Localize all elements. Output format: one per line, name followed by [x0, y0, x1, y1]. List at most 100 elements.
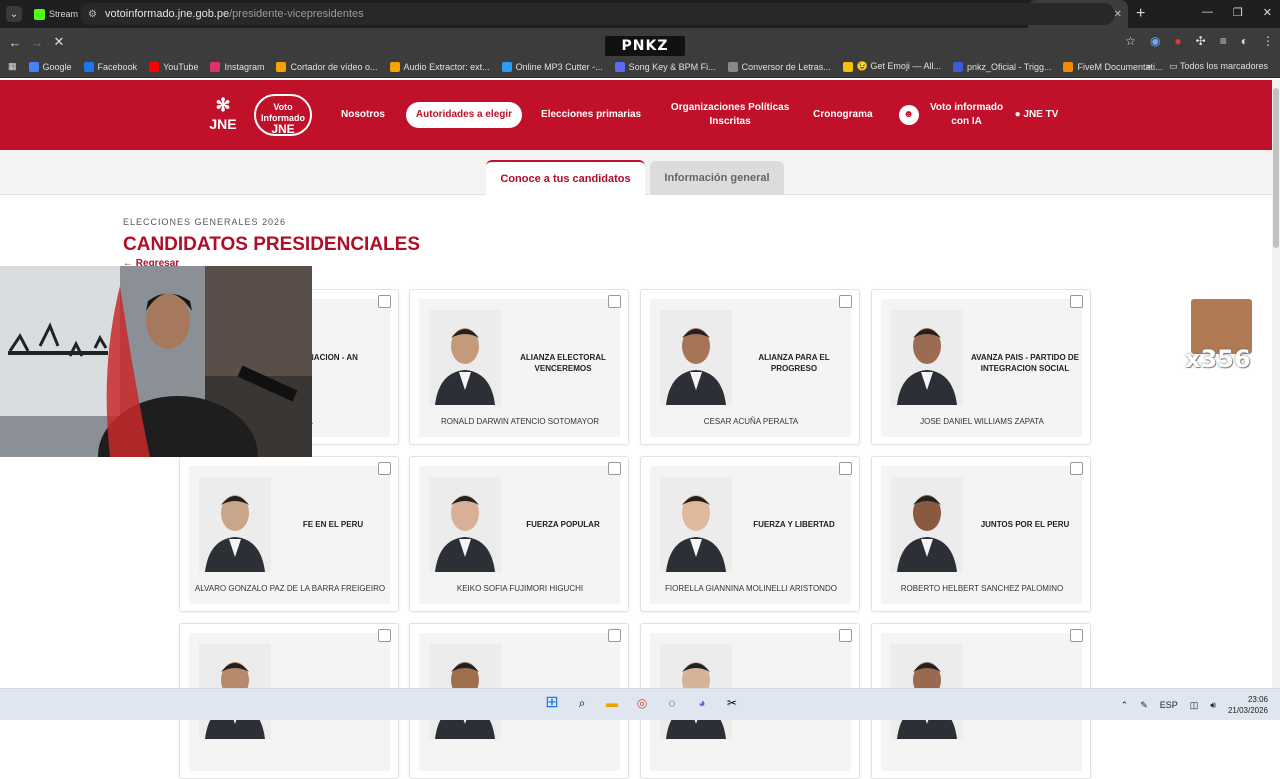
bookmark-label: pnkz_Oficial - Trigg... — [966, 61, 1052, 72]
tab-informacion-general[interactable]: Información general — [650, 161, 784, 195]
close-window-icon[interactable]: ✕ — [1263, 6, 1272, 19]
candidate-card[interactable]: FUERZA POPULAR KEIKO SOFIA FUJIMORI HIGUC… — [409, 456, 629, 612]
extension-red-icon[interactable]: ● — [1174, 34, 1181, 48]
candidate-portrait-icon — [429, 477, 501, 572]
clock[interactable]: 23:06 21/03/2026 — [1228, 694, 1268, 716]
restore-icon[interactable]: ❐ — [1233, 6, 1243, 19]
all-bookmarks-folder[interactable]: ▭ Todos los marcadores — [1169, 61, 1268, 72]
bookmark-label: Conversor de Letras... — [741, 61, 831, 72]
page-title: CANDIDATOS PRESIDENCIALES — [123, 234, 420, 255]
candidate-photo — [429, 477, 501, 572]
candidate-name: KEIKO SOFIA FUJIMORI HIGUCHI — [456, 584, 584, 593]
bookmark-star-icon[interactable]: ☆ — [1125, 34, 1136, 48]
new-tab-button[interactable]: + — [1136, 5, 1145, 23]
tray-overflow-icon[interactable]: ⌃ — [1121, 700, 1129, 711]
candidate-card[interactable]: JUNTOS POR EL PERU ROBERTO HELBERT SANCHE… — [871, 456, 1091, 612]
nav-organizaciones[interactable]: Organizaciones Políticas Inscritas — [670, 101, 790, 129]
back-arrow-icon[interactable]: ← — [4, 35, 26, 50]
bookmark-item[interactable]: Cortador de vídeo o... — [276, 61, 378, 72]
nav-autoridades[interactable]: Autoridades a elegir — [405, 102, 523, 128]
search-icon[interactable]: ⌕ — [572, 693, 592, 713]
candidate-name: ROBERTO HELBERT SANCHEZ PALOMINO — [900, 584, 1064, 593]
compare-checkbox[interactable] — [378, 462, 391, 475]
bookmark-list: Google Facebook YouTube Instagram Cortador d… — [28, 61, 1163, 72]
minimize-icon[interactable]: — — [1202, 6, 1213, 19]
network-icon[interactable]: ◫ — [1190, 700, 1199, 711]
compare-checkbox[interactable] — [378, 629, 391, 642]
bookmark-item[interactable]: Online MP3 Cutter -... — [501, 61, 603, 72]
bookmark-favicon-icon — [952, 61, 963, 72]
obs-icon[interactable]: ◌ — [662, 693, 682, 713]
jne-emblem-icon: ✻ — [215, 95, 231, 115]
nav-voto-ia[interactable]: ☻ Voto informado con IA — [898, 101, 1007, 129]
main-nav: Nosotros Autoridades a elegir Elecciones… — [330, 80, 1058, 150]
logo-voto-text: Voto — [273, 102, 293, 112]
bookmark-item[interactable]: Instagram — [210, 61, 264, 72]
nav-primarias[interactable]: Elecciones primarias — [541, 108, 641, 122]
nav-cronograma[interactable]: Cronograma — [813, 108, 872, 122]
snipping-tool-icon[interactable]: ✂ — [722, 693, 742, 713]
bookmark-item[interactable]: pnkz_Oficial - Trigg... — [952, 61, 1052, 72]
party-name: ALIANZA ELECTORAL VENCEREMOS — [520, 353, 606, 373]
compare-checkbox[interactable] — [839, 295, 852, 308]
bookmark-item[interactable]: Song Key & BPM Fi... — [614, 61, 716, 72]
compare-checkbox[interactable] — [608, 295, 621, 308]
compare-checkbox[interactable] — [608, 629, 621, 642]
compare-checkbox[interactable] — [839, 629, 852, 642]
scrollbar-thumb[interactable] — [1273, 88, 1279, 248]
compare-checkbox[interactable] — [608, 462, 621, 475]
page-scrollbar[interactable] — [1272, 80, 1280, 688]
url-bar[interactable]: ⚙ votoinformado.jne.gob.pe/presidente-vi… — [80, 3, 1115, 25]
candidate-name: RONALD DARWIN ATENCIO SOTOMAYOR — [440, 417, 600, 426]
broadcast-icon[interactable]: ◉ — [1150, 34, 1160, 48]
candidate-card[interactable]: FE EN EL PERU ALVARO GONZALO PAZ DE LA BA… — [179, 456, 399, 612]
jne-logo[interactable]: ✻ JNE — [200, 94, 246, 136]
compare-checkbox[interactable] — [1070, 629, 1083, 642]
bookmark-item[interactable]: Conversor de Letras... — [727, 61, 831, 72]
party-name: FUERZA POPULAR — [526, 520, 600, 529]
clock-date: 21/03/2026 — [1227, 706, 1268, 715]
section-overline: ELECCIONES GENERALES 2026 — [123, 217, 287, 227]
pen-icon[interactable]: ✎ — [1140, 700, 1148, 711]
stop-loading-icon[interactable]: ✕ — [48, 34, 70, 50]
party-name: ALIANZA PARA EL PROGRESO — [758, 353, 830, 373]
language-indicator[interactable]: ESP — [1160, 700, 1178, 710]
candidate-card[interactable]: ALIANZA ELECTORAL VENCEREMOS RONALD DARWI… — [409, 289, 629, 445]
candidate-card[interactable]: AVANZA PAIS - PARTIDO DE INTEGRACION SOC… — [871, 289, 1091, 445]
compare-checkbox[interactable] — [378, 295, 391, 308]
bookmark-item[interactable]: Google — [28, 61, 72, 72]
candidate-card[interactable]: ALIANZA PARA EL PROGRESO CESAR ACUÑA PERA… — [640, 289, 860, 445]
bookmark-item[interactable]: 😉 Get Emoji — All... — [842, 61, 941, 72]
nav-jne-tv[interactable]: ● JNE TV — [1015, 108, 1059, 122]
candidate-card[interactable]: FUERZA Y LIBERTAD FIORELLA GIANNINA MOLIN… — [640, 456, 860, 612]
extensions-puzzle-icon[interactable]: ✣ — [1196, 34, 1206, 48]
bookmark-item[interactable]: Audio Extractor: ext... — [389, 61, 490, 72]
forward-arrow-icon[interactable]: → — [26, 35, 48, 50]
candidate-portrait-icon — [199, 477, 271, 572]
volume-icon[interactable]: 🔊︎ — [1210, 700, 1216, 711]
chrome-icon[interactable]: ◎ — [632, 693, 652, 713]
compare-checkbox[interactable] — [1070, 462, 1083, 475]
tab-search-button[interactable]: ⌄ — [6, 6, 22, 22]
site-info-icon[interactable]: ⚙ — [88, 9, 97, 20]
profile-avatar-icon[interactable]: ◐ — [1241, 34, 1248, 48]
apps-grid-icon[interactable]: ▦ — [8, 61, 17, 72]
webcam-feed-illustration — [0, 266, 312, 457]
bookmark-item[interactable]: Facebook — [83, 61, 137, 72]
windows-start-icon[interactable]: ⊞ — [542, 693, 562, 713]
party-name: AVANZA PAIS - PARTIDO DE INTEGRACION SOC… — [971, 353, 1079, 373]
bookmark-label: 😉 Get Emoji — All... — [856, 61, 941, 71]
discord-icon[interactable]: ◕ — [692, 693, 712, 713]
file-explorer-icon[interactable]: ▬ — [602, 693, 622, 713]
tab-conoce-candidatos[interactable]: Conoce a tus candidatos — [486, 160, 645, 196]
voto-informado-logo[interactable]: Voto Informado JNE — [254, 94, 312, 136]
media-control-icon[interactable]: ≡ — [1220, 34, 1227, 48]
bookmarks-overflow-icon[interactable]: » — [1146, 61, 1151, 72]
candidate-photo — [891, 310, 963, 405]
bookmark-item[interactable]: YouTube — [149, 61, 198, 72]
nav-nosotros[interactable]: Nosotros — [341, 108, 385, 122]
browser-menu-icon[interactable]: ⋮ — [1262, 34, 1274, 48]
candidate-name: ALVARO GONZALO PAZ DE LA BARRA FREIGEIRO — [194, 584, 386, 593]
compare-checkbox[interactable] — [839, 462, 852, 475]
compare-checkbox[interactable] — [1070, 295, 1083, 308]
